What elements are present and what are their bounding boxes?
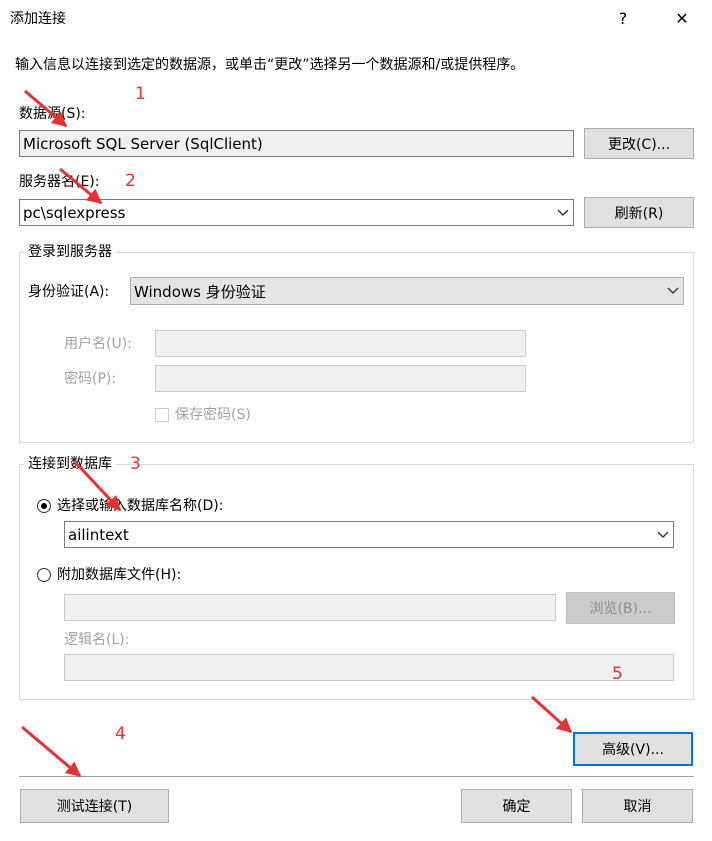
db-name-combo[interactable]: ailintext [64,521,674,548]
login-group-title: 登录到服务器 [24,243,116,261]
server-combo[interactable]: pc\sqlexpress [19,199,574,226]
logical-name-input[interactable] [64,654,674,681]
chevron-down-icon [667,287,679,294]
footer-separator [19,776,694,777]
refresh-button[interactable]: 刷新(R) [584,197,694,228]
close-icon: ✕ [675,9,689,28]
data-source-label: 数据源(S): [19,106,86,122]
annotation-2: 2 [125,171,136,191]
annotation-5: 5 [612,664,623,684]
ok-button[interactable]: 确定 [461,789,572,823]
db-name-value: ailintext [68,525,129,544]
cancel-button[interactable]: 取消 [582,789,693,823]
annotation-1: 1 [135,84,146,104]
chevron-down-icon [557,209,569,216]
logical-name-label: 逻辑名(L): [64,632,130,648]
chevron-down-icon [657,531,669,538]
annotation-arrow-4 [21,725,82,778]
data-source-field[interactable]: Microsoft SQL Server (SqlClient) [19,130,574,157]
save-password-label: 保存密码(S) [175,407,251,423]
password-input[interactable] [155,365,526,392]
database-group-title: 连接到数据库 [24,455,116,473]
help-icon: ? [618,9,628,28]
intro-text: 输入信息以连接到选定的数据源，或单击“更改”选择另一个数据源和/或提供程序。 [15,57,525,73]
username-input[interactable] [155,330,526,357]
save-password-checkbox[interactable] [155,408,169,422]
annotation-3: 3 [130,454,141,474]
annotation-4: 4 [115,724,126,744]
username-label: 用户名(U): [64,336,132,352]
attach-db-radio[interactable] [37,568,51,582]
change-button[interactable]: 更改(C)... [584,128,694,159]
help-button[interactable]: ? [608,6,638,32]
server-value: pc\sqlexpress [23,203,126,222]
server-label: 服务器名(E): [19,174,100,190]
test-connection-button[interactable]: 测试连接(T) [20,789,169,823]
attach-file-input[interactable] [64,594,556,621]
select-db-radio[interactable] [37,499,51,513]
browse-button[interactable]: 浏览(B)... [566,592,675,624]
select-db-label: 选择或输入数据库名称(D): [57,498,224,514]
advanced-button[interactable]: 高级(V)... [573,732,693,766]
auth-value: Windows 身份验证 [134,282,266,301]
annotation-arrow-5 [530,695,573,734]
dialog-title: 添加连接 [10,11,66,27]
password-label: 密码(P): [64,371,117,387]
add-connection-dialog: 添加连接 ? ✕ 输入信息以连接到选定的数据源，或单击“更改”选择另一个数据源和… [0,0,712,841]
auth-label: 身份验证(A): [28,284,110,300]
attach-db-label: 附加数据库文件(H): [57,567,182,583]
auth-combo[interactable]: Windows 身份验证 [130,277,684,305]
close-button[interactable]: ✕ [667,6,697,32]
